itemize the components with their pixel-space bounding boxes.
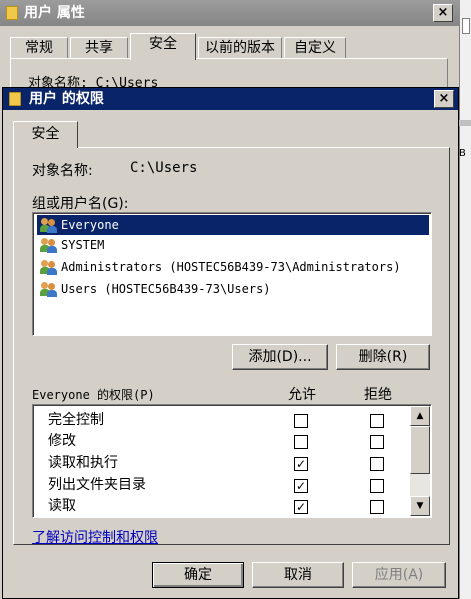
permission-name: 读取 xyxy=(48,498,76,514)
allow-checkbox[interactable]: ✓ xyxy=(294,479,308,493)
scroll-up-icon[interactable]: ▲ xyxy=(410,406,430,426)
permission-row: 列出文件夹目录 ✓ xyxy=(48,475,408,496)
permissions-scrollbar[interactable]: ▲ ▼ xyxy=(410,406,430,516)
scroll-down-icon[interactable]: ▼ xyxy=(410,496,430,516)
cancel-button[interactable]: 取消 xyxy=(252,562,344,588)
object-name-row: 对象名称: C:\Users xyxy=(32,160,197,180)
edge-text: B xyxy=(459,148,466,159)
apply-button[interactable]: 应用(A) xyxy=(352,562,446,588)
user-name: SYSTEM xyxy=(61,238,105,252)
allow-checkbox[interactable] xyxy=(294,435,308,449)
tab-customize[interactable]: 自定义 xyxy=(284,37,346,59)
tab-previous-versions[interactable]: 以前的版本 xyxy=(198,37,282,59)
desktop-edge xyxy=(460,0,471,599)
user-group-icon xyxy=(40,281,58,297)
deny-checkbox[interactable] xyxy=(370,457,384,471)
permissions-header: Everyone 的权限(P) 允许 拒绝 xyxy=(32,384,432,403)
tab-security[interactable]: 安全 xyxy=(13,121,78,148)
add-button[interactable]: 添加(D)... xyxy=(232,344,328,370)
dialog-title: 用户 的权限 xyxy=(29,91,104,107)
object-name-label: 对象名称: xyxy=(32,163,93,179)
list-item-system[interactable]: SYSTEM xyxy=(37,235,429,255)
background-close-button[interactable]: × xyxy=(433,4,453,22)
edge-divider xyxy=(457,120,471,126)
permission-row: 读取和执行 ✓ xyxy=(48,453,408,474)
user-group-icon xyxy=(40,217,58,233)
scrollbar-thumb[interactable] xyxy=(410,426,430,474)
permission-name: 完全控制 xyxy=(48,412,104,428)
permission-row: 读取 ✓ xyxy=(48,496,408,517)
folder-icon xyxy=(6,6,18,20)
tab-general[interactable]: 常规 xyxy=(10,37,68,59)
deny-column-header: 拒绝 xyxy=(364,387,392,403)
dialog-close-button[interactable]: × xyxy=(434,90,454,108)
permission-name: 读取和执行 xyxy=(48,455,118,471)
allow-checkbox[interactable] xyxy=(294,414,308,428)
list-item-administrators[interactable]: Administrators (HOSTEC56B439-73\Administ… xyxy=(37,257,429,277)
permissions-list: 完全控制 修改 读取和执行 ✓ 列出文件夹目录 ✓ 读取 ✓ ▲ ▼ xyxy=(32,404,432,518)
permissions-title: Everyone 的权限(P) xyxy=(32,388,155,402)
learn-access-control-link[interactable]: 了解访问控制和权限 xyxy=(32,527,158,547)
user-group-icon xyxy=(40,237,58,253)
tab-security[interactable]: 安全 xyxy=(130,33,196,60)
list-item-users[interactable]: Users (HOSTEC56B439-73\Users) xyxy=(37,279,429,299)
permission-name: 列出文件夹目录 xyxy=(48,477,146,493)
allow-checkbox[interactable]: ✓ xyxy=(294,457,308,471)
deny-checkbox[interactable] xyxy=(370,435,384,449)
tab-sharing[interactable]: 共享 xyxy=(70,37,128,59)
background-title-bar[interactable]: 用户 属性 xyxy=(0,0,460,26)
ok-button[interactable]: 确定 xyxy=(152,562,244,588)
permission-row: 完全控制 xyxy=(48,410,408,431)
list-item-everyone[interactable]: Everyone xyxy=(37,215,429,235)
user-group-icon xyxy=(40,259,58,275)
dialog-title-bar[interactable]: 用户 的权限 xyxy=(3,88,458,110)
group-or-user-label: 组或用户名(G): xyxy=(32,196,129,212)
background-title: 用户 属性 xyxy=(24,5,85,21)
deny-checkbox[interactable] xyxy=(370,500,384,514)
permission-name: 修改 xyxy=(48,433,76,449)
deny-checkbox[interactable] xyxy=(370,414,384,428)
user-name: Everyone xyxy=(61,218,119,232)
scroll-arrow-icon[interactable] xyxy=(462,18,470,34)
permission-row: 修改 xyxy=(48,431,408,452)
user-list[interactable]: Everyone SYSTEM Administrators (HOSTEC56… xyxy=(32,212,432,336)
user-name: Users (HOSTEC56B439-73\Users) xyxy=(61,282,271,296)
object-name-value: C:\Users xyxy=(130,160,198,176)
allow-column-header: 允许 xyxy=(288,387,316,403)
remove-button[interactable]: 删除(R) xyxy=(336,344,430,370)
folder-icon xyxy=(9,92,21,106)
deny-checkbox[interactable] xyxy=(370,479,384,493)
allow-checkbox[interactable]: ✓ xyxy=(294,500,308,514)
user-name: Administrators (HOSTEC56B439-73\Administ… xyxy=(61,260,401,274)
